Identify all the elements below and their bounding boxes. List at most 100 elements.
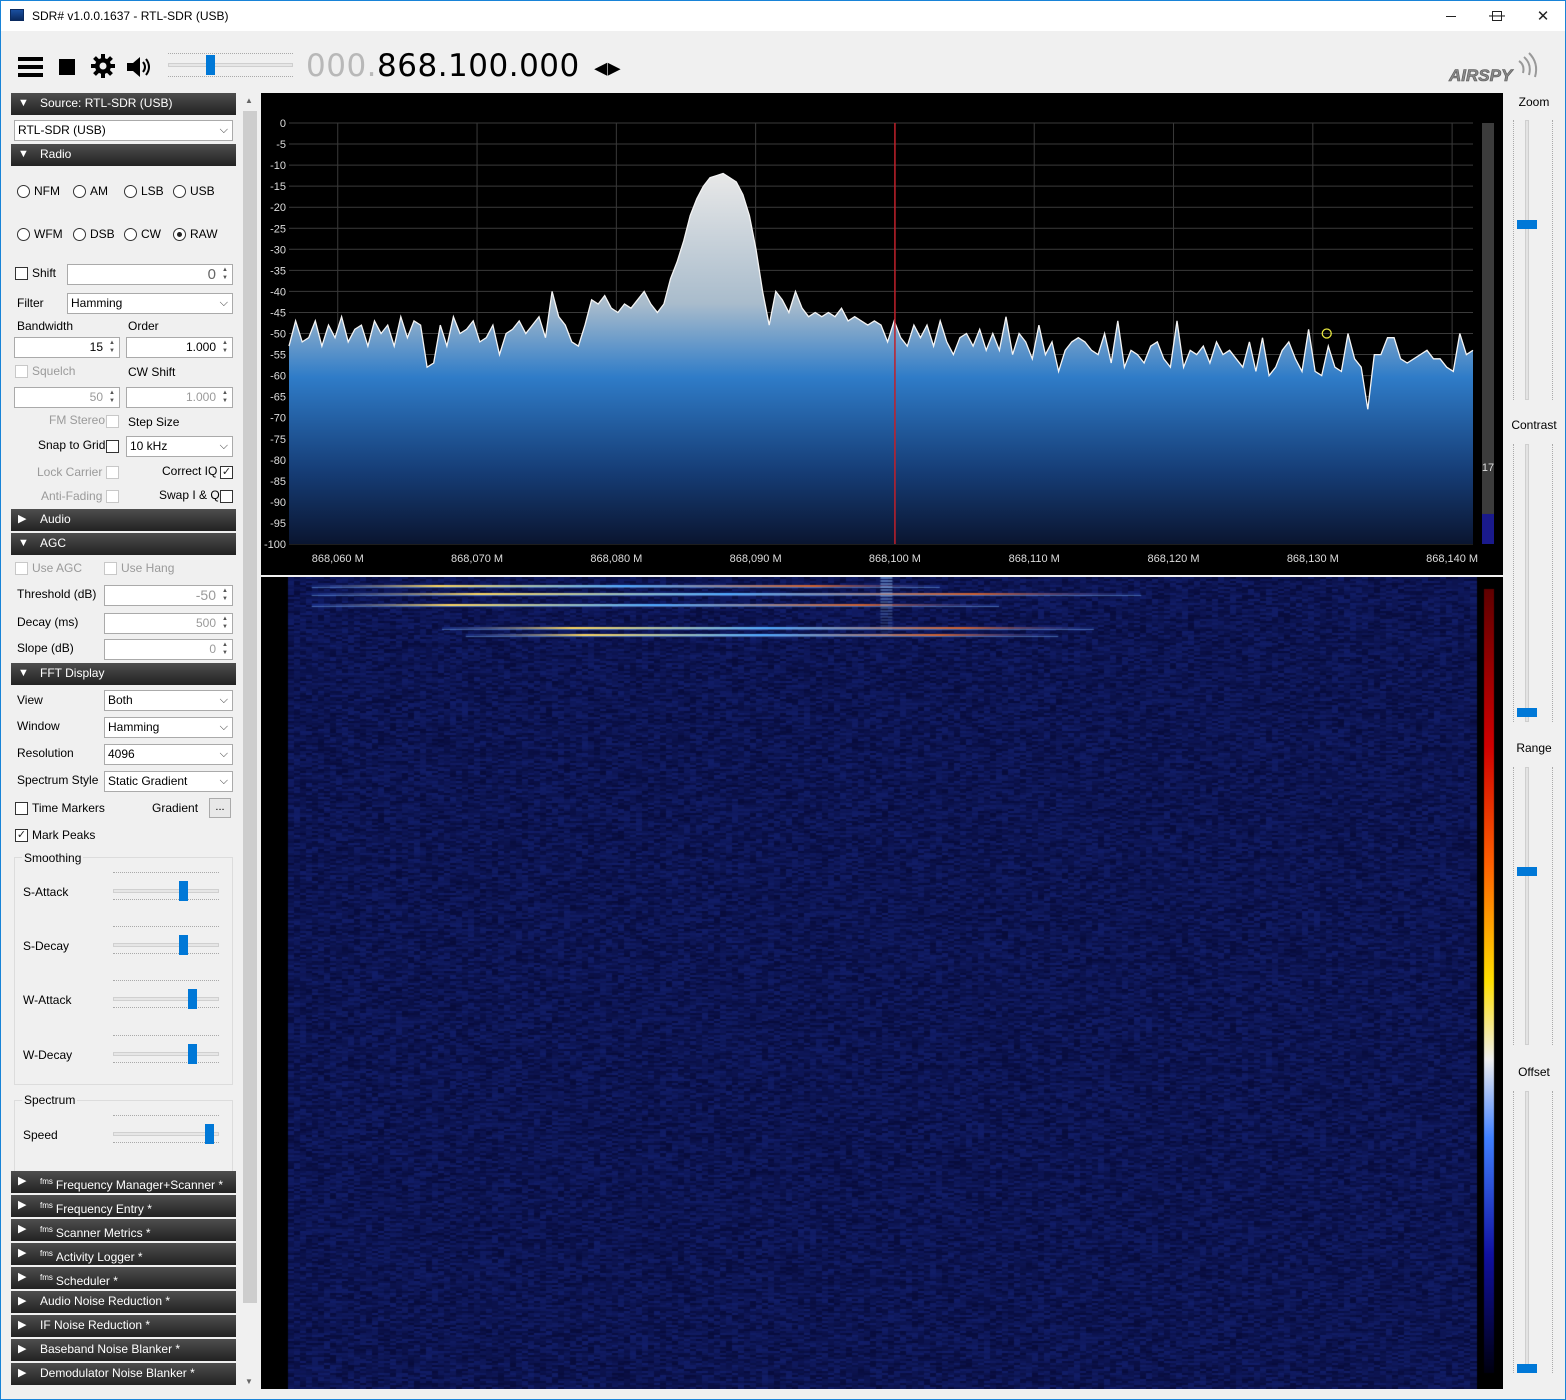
s-decay-slider-thumb[interactable] [178, 935, 188, 955]
mark-peaks-checkbox[interactable]: ✓ [15, 829, 28, 842]
zoom-slider-thumb[interactable] [1517, 220, 1537, 230]
plugin-header-4[interactable]: ▶ fms Scheduler * [11, 1267, 236, 1289]
source-select[interactable]: RTL-SDR (USB) ⌵ [14, 120, 233, 141]
swapiq-checkbox[interactable] [220, 490, 233, 503]
plugin-header-2[interactable]: ▶ fms Scanner Metrics * [11, 1219, 236, 1241]
expand-arrow-icon: ▶ [18, 1367, 27, 1379]
volume-slider-track[interactable] [168, 63, 293, 67]
agc-header[interactable]: ▼ AGC [11, 533, 236, 555]
tuning-arrows-icon[interactable]: ◂▸ [594, 53, 621, 83]
speed-ticks [113, 1142, 219, 1145]
antifading-checkbox[interactable] [106, 490, 119, 503]
correctiq-checkbox[interactable]: ✓ [220, 466, 233, 479]
plugin-header-7[interactable]: ▶ Baseband Noise Blanker * [11, 1339, 236, 1361]
left-scrollbar[interactable]: ▲ ▼ [242, 93, 258, 1389]
view-select[interactable]: Both ⌵ [104, 690, 233, 711]
plugin-name: Scheduler * [55, 1274, 118, 1288]
mode-label-usb: USB [190, 184, 215, 198]
speed-slider-track[interactable] [113, 1132, 219, 1136]
contrast-slider-track[interactable] [1525, 444, 1529, 722]
mode-radio-dsb[interactable] [73, 228, 86, 241]
snr-meter-bg [1482, 123, 1494, 544]
s-decay-slider-track[interactable] [113, 943, 219, 947]
stop-icon[interactable] [59, 59, 75, 75]
speaker-icon[interactable] [125, 55, 153, 82]
decay-input[interactable]: 500 ▲ ▼ [104, 613, 233, 634]
plugin-header-8[interactable]: ▶ Demodulator Noise Blanker * [11, 1363, 236, 1385]
time-markers-checkbox[interactable] [15, 802, 28, 815]
w-decay-slider-track[interactable] [113, 1052, 219, 1056]
threshold-input[interactable]: -50 ▲ ▼ [104, 585, 233, 606]
fmstereo-checkbox[interactable] [106, 415, 119, 428]
squelch-checkbox[interactable] [15, 365, 28, 378]
resolution-select[interactable]: 4096 ⌵ [104, 744, 233, 765]
plugin-header-3[interactable]: ▶ fms Activity Logger * [11, 1243, 236, 1265]
snap-checkbox[interactable] [106, 440, 119, 453]
range-slider-track[interactable] [1525, 767, 1529, 1045]
mode-radio-cw[interactable] [124, 228, 137, 241]
mode-radio-lsb[interactable] [124, 185, 137, 198]
plugin-header-0[interactable]: ▶ fms Frequency Manager+Scanner * [11, 1171, 236, 1193]
plugin-name: Frequency Manager+Scanner * [55, 1178, 223, 1192]
cwshift-input[interactable]: 1.000 ▲ ▼ [126, 387, 233, 408]
w-decay-ticks [113, 1062, 219, 1065]
contrast-slider-thumb[interactable] [1517, 707, 1537, 717]
zoom-label: Zoom [1518, 95, 1550, 109]
stepsize-select[interactable]: 10 kHz ⌵ [126, 436, 233, 457]
s-decay-label: S-Decay [23, 939, 70, 953]
spectrum-analyzer[interactable]: 0 -5 -10 -15 -20 -25 -30 -35 -40 -45 -50 -55 -60 -65 -… [261, 93, 1503, 575]
squelch-input[interactable]: 50 ▲ ▼ [14, 387, 120, 408]
frequency-value[interactable]: 868.100.000 [377, 48, 580, 84]
fft-header[interactable]: ▼ FFT Display [11, 663, 236, 685]
volume-slider-thumb[interactable] [206, 55, 216, 75]
shift-checkbox[interactable] [15, 267, 28, 280]
gear-icon[interactable] [90, 53, 116, 82]
audio-header[interactable]: ▶ Audio [11, 509, 236, 531]
w-attack-slider-track[interactable] [113, 997, 219, 1001]
waterfall-display[interactable] [261, 577, 1503, 1389]
mode-radio-nfm[interactable] [17, 185, 30, 198]
source-header[interactable]: ▼ Source: RTL-SDR (USB) [11, 93, 236, 115]
mode-radio-wfm[interactable] [17, 228, 30, 241]
mode-radio-raw[interactable] [173, 228, 186, 241]
radio-header[interactable]: ▼ Radio [11, 144, 236, 166]
use-hang-checkbox[interactable] [104, 562, 117, 575]
plugin-header-5[interactable]: ▶ Audio Noise Reduction * [11, 1291, 236, 1313]
s-attack-slider-thumb[interactable] [178, 881, 188, 901]
scrollbar-thumb[interactable] [243, 111, 257, 1303]
filter-select[interactable]: Hamming ⌵ [67, 293, 233, 314]
offset-slider-track[interactable] [1525, 1091, 1529, 1373]
window-select[interactable]: Hamming ⌵ [104, 717, 233, 738]
lockcarrier-checkbox[interactable] [106, 466, 119, 479]
waterfall-canvas[interactable] [261, 577, 1503, 1389]
slope-input[interactable]: 0 ▲ ▼ [104, 639, 233, 660]
scroll-down-icon: ▼ [245, 1377, 253, 1386]
sdrsharp-window: SDR# v1.0.0.1637 - RTL-SDR (USB) — ✕ AIR… [0, 0, 1566, 1400]
w-decay-slider-thumb[interactable] [187, 1044, 197, 1064]
s-attack-slider-track[interactable] [113, 889, 219, 893]
gradient-button[interactable]: ... [209, 798, 231, 818]
offset-slider-thumb[interactable] [1517, 1364, 1537, 1373]
style-select[interactable]: Static Gradient ⌵ [104, 771, 233, 792]
plugin-header-1[interactable]: ▶ fms Frequency Entry * [11, 1195, 236, 1217]
range-slider-thumb[interactable] [1517, 866, 1537, 876]
zoom-slider-track[interactable] [1525, 120, 1529, 400]
mode-radio-am[interactable] [73, 185, 86, 198]
menu-icon[interactable] [18, 57, 43, 77]
shift-input[interactable]: 0 ▲ ▼ [67, 264, 233, 285]
w-attack-slider-thumb[interactable] [187, 989, 197, 1009]
frequency-display[interactable]: 000.868.100.000 ◂▸ [306, 48, 621, 84]
mode-radio-usb[interactable] [173, 185, 186, 198]
freq-tick-label: 868,110 M [1009, 553, 1060, 565]
plugin-name: Activity Logger * [55, 1250, 143, 1264]
speed-slider-thumb[interactable] [205, 1124, 215, 1144]
expand-arrow-icon: ▶ [18, 513, 27, 525]
minimize-button-2[interactable] [1428, 1, 1474, 31]
order-input[interactable]: 1.000 ▲ ▼ [126, 337, 233, 358]
close-button[interactable]: ✕ [1520, 1, 1566, 31]
maximize-button[interactable] [1474, 1, 1520, 31]
use-agc-checkbox[interactable] [15, 562, 28, 575]
plugin-header-6[interactable]: ▶ IF Noise Reduction * [11, 1315, 236, 1337]
w-decay-label: W-Decay [23, 1048, 73, 1062]
bandwidth-input[interactable]: 15 ▲ ▼ [14, 337, 120, 358]
